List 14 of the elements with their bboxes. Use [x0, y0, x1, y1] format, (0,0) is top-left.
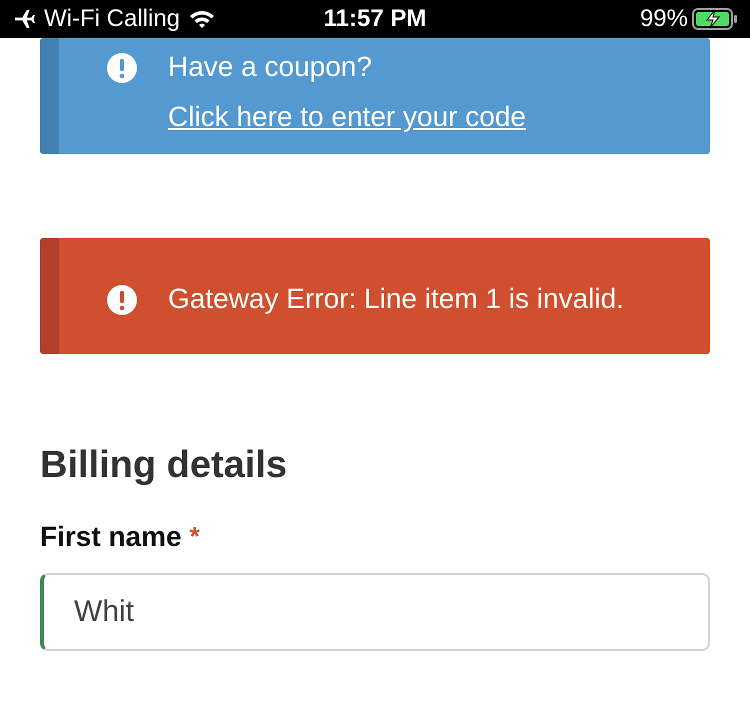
notice-text: Gateway Error: Line item 1 is invalid.: [168, 282, 624, 316]
alert-icon: [106, 284, 138, 316]
field-label: First name: [40, 521, 182, 553]
section-heading: Billing details: [40, 444, 288, 487]
airplane-icon: [14, 9, 36, 29]
wifi-icon: [188, 9, 216, 29]
battery-charging-icon: [692, 8, 738, 30]
battery-percent: 99%: [640, 5, 688, 33]
alert-icon: [106, 52, 138, 84]
carrier-text: Wi-Fi Calling: [44, 5, 180, 33]
required-mark: *: [190, 521, 200, 552]
time-text: 11:57 PM: [324, 5, 426, 33]
first-name-field[interactable]: Whit: [40, 573, 710, 651]
notice-text: Have a coupon? Click here to enter your code: [168, 50, 527, 134]
